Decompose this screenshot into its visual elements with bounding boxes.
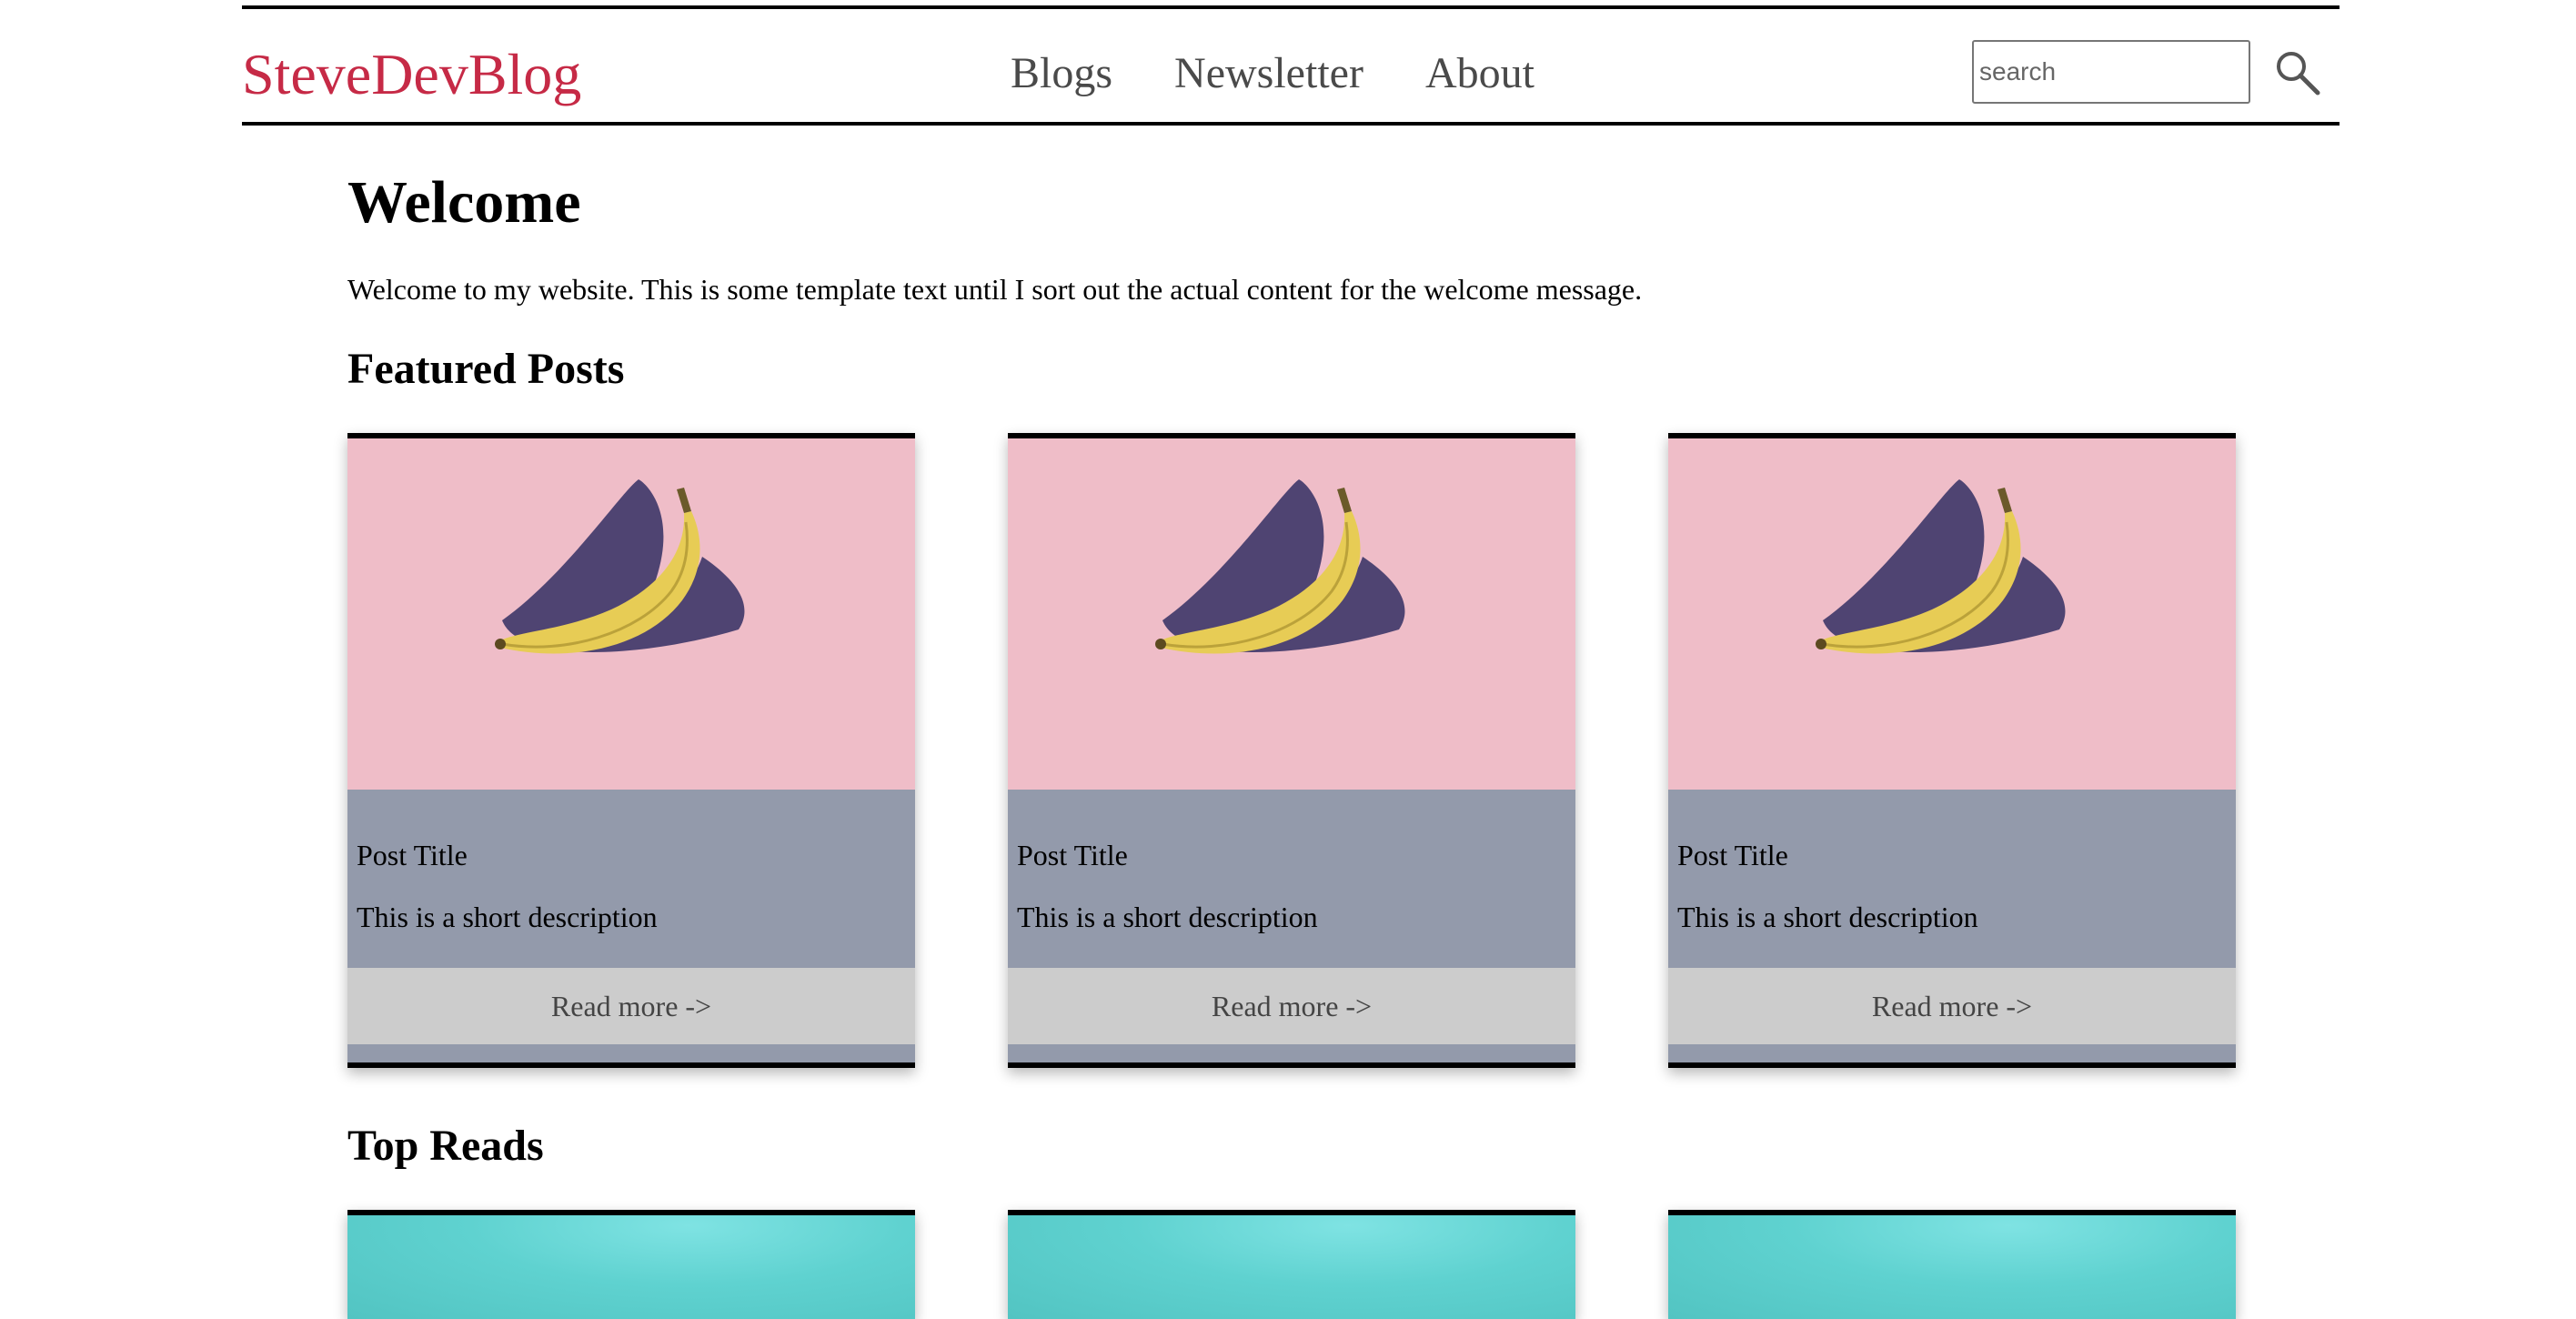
post-card[interactable]: Post Title This is a short description R… — [1008, 433, 1575, 1068]
banana-image — [347, 438, 915, 790]
top-read-card[interactable] — [1668, 1210, 2236, 1319]
post-description: This is a short description — [1017, 901, 1318, 933]
search-icon[interactable] — [2272, 47, 2323, 98]
read-more-button[interactable]: Read more -> — [1008, 968, 1575, 1044]
banana-image — [1008, 438, 1575, 790]
post-title[interactable]: Post Title — [1017, 837, 1128, 873]
read-more-button[interactable]: Read more -> — [347, 968, 915, 1044]
site-logo[interactable]: SteveDevBlog — [242, 40, 581, 109]
welcome-text: Welcome to my website. This is some temp… — [347, 273, 1643, 306]
search-input[interactable] — [1972, 40, 2250, 104]
nav-link-newsletter[interactable]: Newsletter — [1174, 45, 1363, 102]
main-nav: Blogs Newsletter About — [1011, 45, 1535, 102]
banana-image — [1668, 438, 2236, 790]
featured-posts-heading: Featured Posts — [347, 345, 625, 393]
read-more-button[interactable]: Read more -> — [1668, 968, 2236, 1044]
top-read-card[interactable] — [347, 1210, 915, 1319]
site-header: SteveDevBlog Blogs Newsletter About — [242, 5, 2340, 126]
post-card[interactable]: Post Title This is a short description R… — [1668, 433, 2236, 1068]
nav-link-about[interactable]: About — [1425, 45, 1535, 102]
post-description: This is a short description — [357, 901, 658, 933]
featured-posts-list: Post Title This is a short description R… — [347, 433, 2236, 1068]
page-title: Welcome — [347, 169, 581, 236]
post-description: This is a short description — [1677, 901, 1978, 933]
top-reads-heading: Top Reads — [347, 1122, 544, 1170]
nav-link-blogs[interactable]: Blogs — [1011, 45, 1112, 102]
post-card[interactable]: Post Title This is a short description R… — [347, 433, 915, 1068]
main-content: Welcome Welcome to my website. This is s… — [347, 164, 2239, 1319]
top-read-card[interactable] — [1008, 1210, 1575, 1319]
top-reads-list — [347, 1210, 2236, 1319]
post-title[interactable]: Post Title — [357, 837, 468, 873]
post-title[interactable]: Post Title — [1677, 837, 1788, 873]
